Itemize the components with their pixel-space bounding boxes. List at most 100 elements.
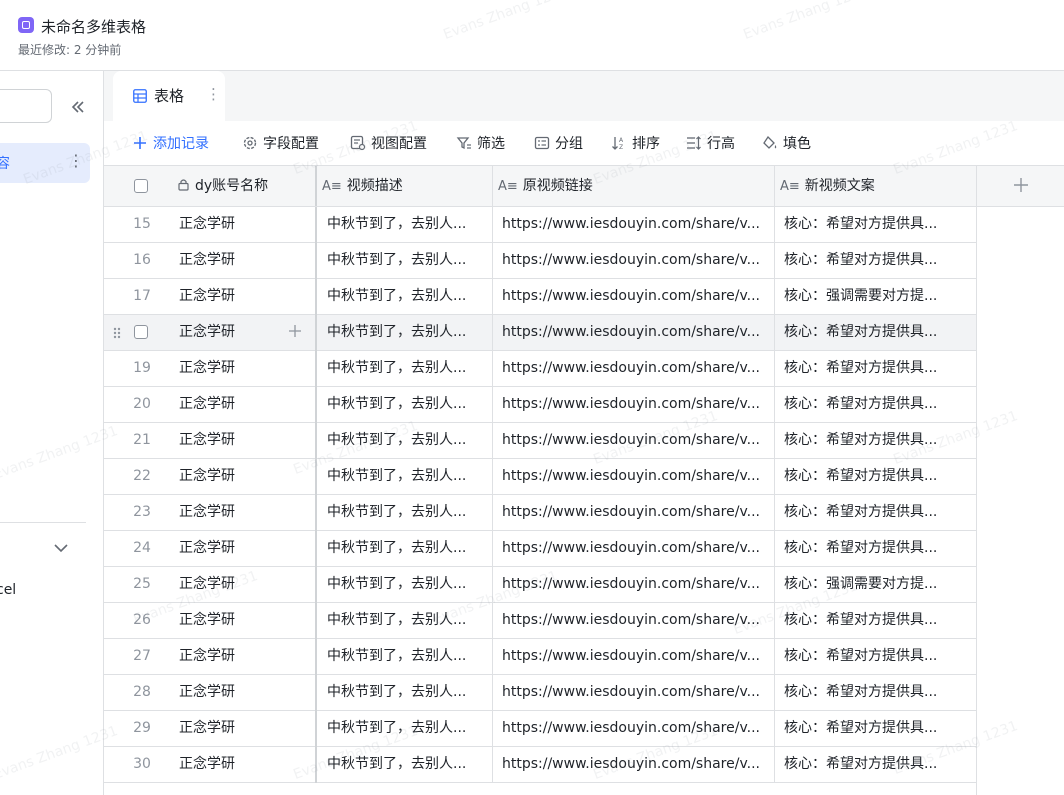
table-row[interactable]: 30 正念学研 中秋节到了，去别人... https://www.iesdouyin.… bbox=[104, 747, 977, 783]
collapse-sidebar-icon[interactable] bbox=[68, 97, 88, 117]
cell-account[interactable]: 正念学研 bbox=[179, 315, 299, 350]
cell-description[interactable]: 中秋节到了，去别人... bbox=[327, 207, 489, 242]
sidebar-search-input[interactable] bbox=[0, 89, 52, 123]
cell-description[interactable]: 中秋节到了，去别人... bbox=[327, 423, 489, 458]
cell-link[interactable]: https://www.iesdouyin.com/share/v... bbox=[502, 351, 772, 386]
cell-link[interactable]: https://www.iesdouyin.com/share/v... bbox=[502, 279, 772, 314]
cell-new-copy[interactable]: 核心：希望对方提供具... bbox=[784, 243, 974, 278]
select-all-checkbox[interactable] bbox=[134, 179, 148, 193]
group-button[interactable]: 分组 bbox=[534, 132, 583, 154]
cell-new-copy[interactable]: 核心：希望对方提供具... bbox=[784, 711, 974, 746]
tab-more-icon[interactable]: ⋮ bbox=[206, 85, 221, 103]
cell-account[interactable]: 正念学研 bbox=[179, 243, 299, 278]
cell-new-copy[interactable]: 核心：希望对方提供具... bbox=[784, 531, 974, 566]
column-header-link[interactable]: A≡ 原视频链接 bbox=[498, 166, 770, 206]
cell-description[interactable]: 中秋节到了，去别人... bbox=[327, 351, 489, 386]
cell-new-copy[interactable]: 核心：希望对方提供具... bbox=[784, 747, 974, 782]
cell-new-copy[interactable]: 核心：希望对方提供具... bbox=[784, 387, 974, 422]
cell-new-copy[interactable]: 核心：强调需要对方提... bbox=[784, 567, 974, 602]
cell-account[interactable]: 正念学研 bbox=[179, 567, 299, 602]
cell-description[interactable]: 中秋节到了，去别人... bbox=[327, 459, 489, 494]
tab-table[interactable]: 表格 ⋮ bbox=[113, 71, 225, 121]
cell-description[interactable]: 中秋节到了，去别人... bbox=[327, 279, 489, 314]
cell-new-copy[interactable]: 核心：希望对方提供具... bbox=[784, 675, 974, 710]
column-header-description[interactable]: A≡ 视频描述 bbox=[322, 166, 492, 206]
cell-link[interactable]: https://www.iesdouyin.com/share/v... bbox=[502, 639, 772, 674]
cell-new-copy[interactable]: 核心：强调需要对方提... bbox=[784, 279, 974, 314]
chevron-down-icon[interactable] bbox=[52, 539, 70, 557]
table-row[interactable]: 17 正念学研 中秋节到了，去别人... https://www.iesdouyin.… bbox=[104, 279, 977, 315]
cell-link[interactable]: https://www.iesdouyin.com/share/v... bbox=[502, 675, 772, 710]
table-row[interactable]: 28 正念学研 中秋节到了，去别人... https://www.iesdouyin.… bbox=[104, 675, 977, 711]
cell-account[interactable]: 正念学研 bbox=[179, 351, 299, 386]
cell-description[interactable]: 中秋节到了，去别人... bbox=[327, 567, 489, 602]
cell-description[interactable]: 中秋节到了，去别人... bbox=[327, 495, 489, 530]
cell-new-copy[interactable]: 核心：希望对方提供具... bbox=[784, 495, 974, 530]
sidebar-item-table[interactable]: 容 ⋮ bbox=[0, 143, 90, 183]
more-icon[interactable]: ⋮ bbox=[68, 151, 84, 170]
cell-new-copy[interactable]: 核心：希望对方提供具... bbox=[784, 315, 974, 350]
cell-link[interactable]: https://www.iesdouyin.com/share/v... bbox=[502, 603, 772, 638]
cell-link[interactable]: https://www.iesdouyin.com/share/v... bbox=[502, 315, 772, 350]
fill-color-button[interactable]: 填色 bbox=[762, 132, 811, 154]
cell-description[interactable]: 中秋节到了，去别人... bbox=[327, 387, 489, 422]
add-record-button[interactable]: 添加记录 bbox=[132, 132, 209, 154]
frozen-column-divider[interactable] bbox=[315, 166, 317, 206]
cell-description[interactable]: 中秋节到了，去别人... bbox=[327, 639, 489, 674]
cell-link[interactable]: https://www.iesdouyin.com/share/v... bbox=[502, 567, 772, 602]
cell-new-copy[interactable]: 核心：希望对方提供具... bbox=[784, 423, 974, 458]
table-row[interactable]: 15 正念学研 中秋节到了，去别人... https://www.iesdouyin.… bbox=[104, 207, 977, 243]
table-row[interactable]: 22 正念学研 中秋节到了，去别人... https://www.iesdouyin.… bbox=[104, 459, 977, 495]
sidebar-item-excel[interactable]: cel bbox=[0, 582, 16, 598]
cell-description[interactable]: 中秋节到了，去别人... bbox=[327, 243, 489, 278]
table-row[interactable]: 27 正念学研 中秋节到了，去别人... https://www.iesdouyin.… bbox=[104, 639, 977, 675]
cell-new-copy[interactable]: 核心：希望对方提供具... bbox=[784, 639, 974, 674]
cell-account[interactable]: 正念学研 bbox=[179, 423, 299, 458]
cell-link[interactable]: https://www.iesdouyin.com/share/v... bbox=[502, 711, 772, 746]
document-title[interactable]: 未命名多维表格 bbox=[41, 16, 146, 37]
table-row[interactable]: 24 正念学研 中秋节到了，去别人... https://www.iesdouyin.… bbox=[104, 531, 977, 567]
select-all-checkbox-cell[interactable] bbox=[134, 166, 164, 206]
cell-new-copy[interactable]: 核心：希望对方提供具... bbox=[784, 459, 974, 494]
cell-new-copy[interactable]: 核心：希望对方提供具... bbox=[784, 351, 974, 386]
cell-account[interactable]: 正念学研 bbox=[179, 459, 299, 494]
cell-account[interactable]: 正念学研 bbox=[179, 279, 299, 314]
sort-button[interactable]: AZ 排序 bbox=[611, 132, 660, 154]
table-row[interactable]: 29 正念学研 中秋节到了，去别人... https://www.iesdouyin.… bbox=[104, 711, 977, 747]
field-config-button[interactable]: 字段配置 bbox=[242, 132, 319, 154]
column-divider[interactable] bbox=[492, 166, 493, 206]
table-row[interactable]: 21 正念学研 中秋节到了，去别人... https://www.iesdouyin.… bbox=[104, 423, 977, 459]
table-row[interactable]: 19 正念学研 中秋节到了，去别人... https://www.iesdouyin.… bbox=[104, 351, 977, 387]
cell-account[interactable]: 正念学研 bbox=[179, 639, 299, 674]
cell-account[interactable]: 正念学研 bbox=[179, 747, 299, 782]
table-row[interactable]: 16 正念学研 中秋节到了，去别人... https://www.iesdouyin.… bbox=[104, 243, 977, 279]
cell-link[interactable]: https://www.iesdouyin.com/share/v... bbox=[502, 747, 772, 782]
table-row[interactable]: 23 正念学研 中秋节到了，去别人... https://www.iesdouyin.… bbox=[104, 495, 977, 531]
cell-link[interactable]: https://www.iesdouyin.com/share/v... bbox=[502, 459, 772, 494]
cell-description[interactable]: 中秋节到了，去别人... bbox=[327, 675, 489, 710]
cell-account[interactable]: 正念学研 bbox=[179, 603, 299, 638]
cell-link[interactable]: https://www.iesdouyin.com/share/v... bbox=[502, 531, 772, 566]
cell-link[interactable]: https://www.iesdouyin.com/share/v... bbox=[502, 495, 772, 530]
filter-button[interactable]: 筛选 bbox=[456, 132, 505, 154]
cell-account[interactable]: 正念学研 bbox=[179, 495, 299, 530]
cell-link[interactable]: https://www.iesdouyin.com/share/v... bbox=[502, 243, 772, 278]
cell-account[interactable]: 正念学研 bbox=[179, 711, 299, 746]
cell-account[interactable]: 正念学研 bbox=[179, 675, 299, 710]
cell-account[interactable]: 正念学研 bbox=[179, 387, 299, 422]
cell-new-copy[interactable]: 核心：希望对方提供具... bbox=[784, 207, 974, 242]
table-row[interactable]: 20 正念学研 中秋节到了，去别人... https://www.iesdouyin.… bbox=[104, 387, 977, 423]
table-row[interactable]: 正念学研 中秋节到了，去别人... https://www.iesdouyin.co… bbox=[104, 315, 977, 351]
cell-link[interactable]: https://www.iesdouyin.com/share/v... bbox=[502, 207, 772, 242]
table-row[interactable]: 25 正念学研 中秋节到了，去别人... https://www.iesdouyin.… bbox=[104, 567, 977, 603]
cell-description[interactable]: 中秋节到了，去别人... bbox=[327, 315, 489, 350]
cell-description[interactable]: 中秋节到了，去别人... bbox=[327, 747, 489, 782]
table-row[interactable]: 26 正念学研 中秋节到了，去别人... https://www.iesdouyin.… bbox=[104, 603, 977, 639]
cell-account[interactable]: 正念学研 bbox=[179, 207, 299, 242]
cell-description[interactable]: 中秋节到了，去别人... bbox=[327, 603, 489, 638]
row-checkbox[interactable] bbox=[134, 325, 148, 339]
cell-description[interactable]: 中秋节到了，去别人... bbox=[327, 531, 489, 566]
column-header-account[interactable]: dy账号名称 bbox=[177, 166, 315, 206]
row-checkbox-cell[interactable] bbox=[134, 315, 154, 350]
row-height-button[interactable]: 行高 bbox=[686, 132, 735, 154]
